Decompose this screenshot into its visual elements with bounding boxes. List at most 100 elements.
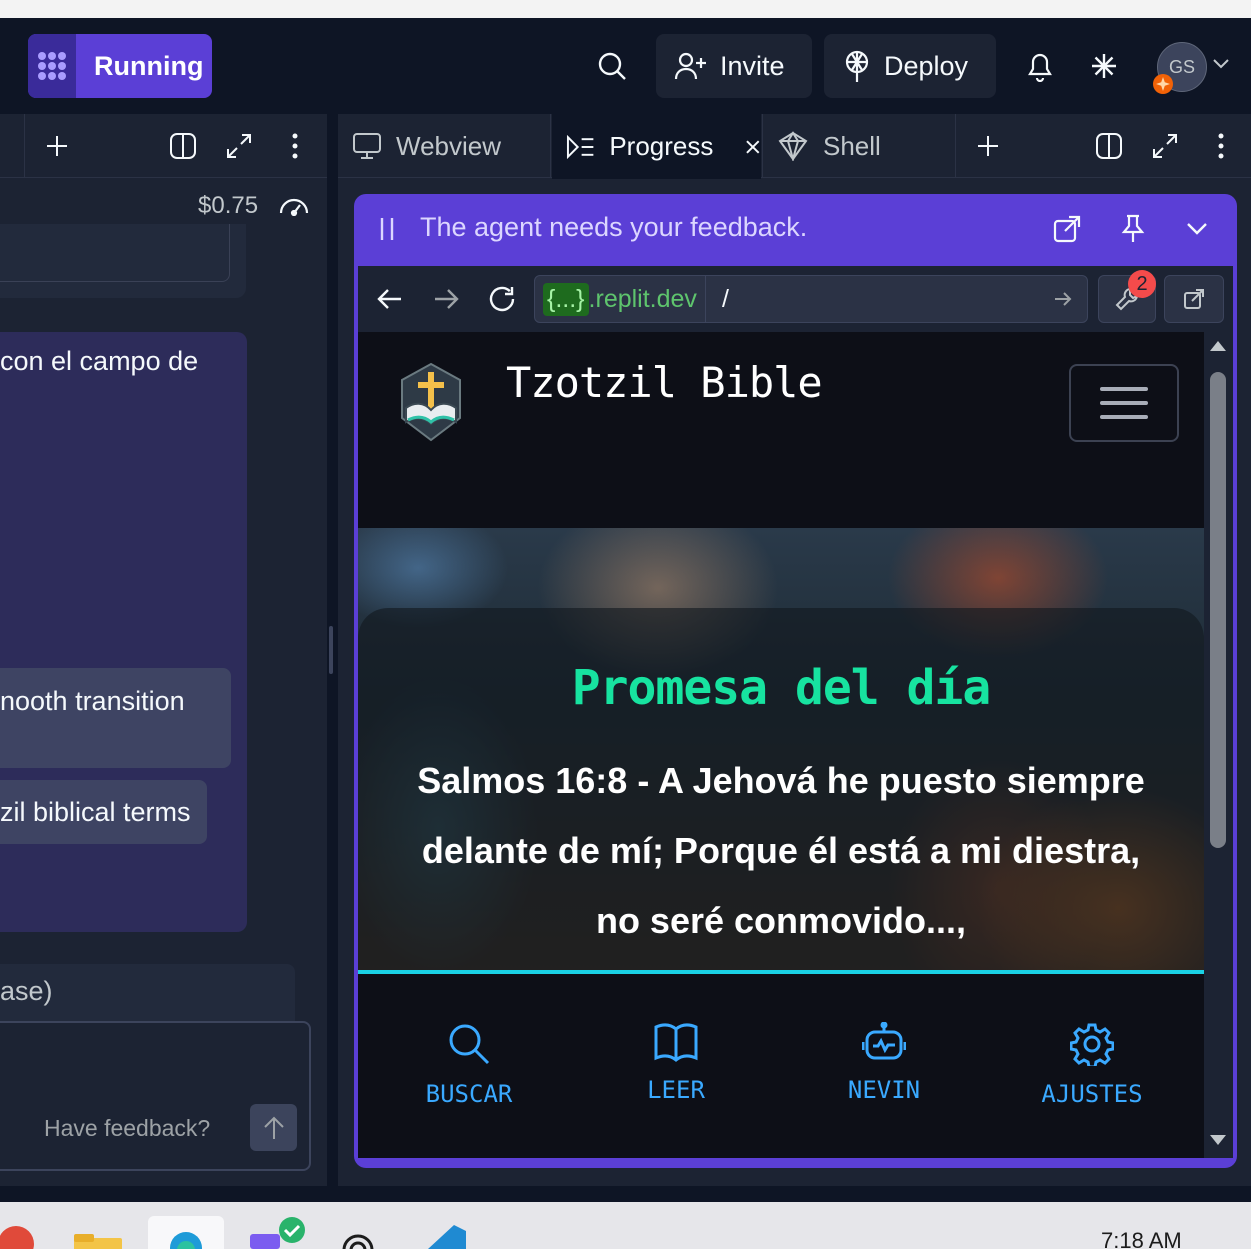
edge-app-icon[interactable] (148, 1216, 224, 1249)
split-pane-icon[interactable] (167, 130, 199, 162)
tab-webview-label: Webview (396, 130, 502, 161)
site-header: Tzotzil Bible (358, 332, 1204, 528)
scroll-down-arrow-icon[interactable] (1209, 1134, 1227, 1146)
scroll-up-arrow-icon[interactable] (1209, 340, 1227, 352)
cost-display: $0.75 (198, 192, 259, 219)
feedback-link[interactable]: Have feedback? (44, 1115, 210, 1142)
maximize-icon[interactable] (1149, 130, 1181, 162)
chevron-down-icon[interactable] (1212, 58, 1230, 70)
core-badge-icon (1152, 73, 1174, 95)
scrollbar-thumb[interactable] (1210, 372, 1226, 848)
shell-icon (778, 131, 808, 161)
deploy-label: Deploy (884, 50, 969, 81)
app-with-check-icon[interactable] (250, 1216, 310, 1249)
monitor-icon (353, 133, 381, 159)
send-button[interactable] (250, 1104, 297, 1151)
change-chip[interactable]: zil biblical terms (0, 780, 207, 844)
gauge-icon[interactable] (278, 194, 310, 216)
agent-pane: $0.75 con el campo de nooth transition z… (0, 114, 327, 1186)
gear-icon (1070, 1023, 1114, 1066)
promise-verse: Salmos 16:8 - A Jehová he puesto siempre… (417, 760, 1145, 941)
open-external-icon[interactable] (1052, 214, 1082, 244)
robot-icon (862, 1022, 906, 1060)
back-arrow-icon[interactable] (374, 283, 406, 315)
site-title: Tzotzil Bible (506, 358, 823, 407)
input-hint-text: ase) (0, 976, 53, 1006)
split-pane-icon[interactable] (1093, 130, 1125, 162)
more-options-icon[interactable] (279, 130, 311, 162)
sparkle-icon[interactable] (1086, 48, 1122, 84)
add-tab-icon[interactable] (41, 130, 73, 162)
top-bar: Running Invite Deploy GS (0, 18, 1251, 114)
search-icon (449, 1024, 490, 1065)
nav-nevin-label: NEVIN (847, 1076, 921, 1104)
promise-title: Promesa del día (571, 660, 991, 716)
run-button[interactable]: Running (28, 34, 212, 98)
url-host-suffix: .replit.dev (588, 284, 697, 313)
tab-progress[interactable]: Progress (552, 114, 761, 179)
go-arrow-icon[interactable] (1053, 290, 1073, 308)
file-explorer-icon[interactable] (74, 1216, 122, 1249)
tab-progress-label: Progress (609, 131, 714, 161)
agent-chat: $0.75 con el campo de nooth transition z… (0, 178, 327, 1186)
nav-nevin[interactable]: NEVIN (794, 1022, 974, 1104)
tool-tabs: Webview Progress Shell (338, 114, 1251, 179)
menu-button[interactable] (1069, 364, 1179, 442)
bible-logo-icon (398, 362, 464, 442)
arrow-up-icon (263, 1116, 284, 1139)
previous-message-inner (0, 224, 230, 282)
taskbar-clock: 7:18 AM (1101, 1228, 1182, 1249)
chatgpt-app-icon[interactable] (336, 1216, 380, 1249)
book-icon (654, 1023, 698, 1062)
nav-buscar[interactable]: BUSCAR (379, 1022, 559, 1108)
feedback-banner: The agent needs your feedback. (354, 194, 1237, 266)
url-bar[interactable]: {...} .replit.dev / (534, 275, 1088, 323)
webview-scrollbar[interactable] (1204, 332, 1233, 1158)
site-viewport: Tzotzil Bible Promesa del día Salmos 16:… (358, 332, 1204, 1158)
tab-shell[interactable]: Shell (763, 114, 955, 178)
pin-icon[interactable] (1118, 214, 1148, 244)
invite-button[interactable]: Invite (656, 34, 812, 98)
reload-icon[interactable] (486, 283, 518, 315)
tab-shell-label: Shell (823, 130, 881, 161)
hero-section: Promesa del día Salmos 16:8 - A Jehová h… (358, 528, 1204, 970)
close-icon[interactable] (745, 139, 761, 155)
vscode-app-icon[interactable] (420, 1216, 466, 1249)
run-label: Running (94, 50, 204, 81)
replit-logo-icon (28, 34, 76, 98)
maximize-icon[interactable] (223, 130, 255, 162)
tab-webview[interactable]: Webview (338, 114, 550, 178)
add-user-icon (674, 51, 708, 81)
change-chip[interactable]: nooth transition (0, 668, 231, 768)
webview: {...} .replit.dev / 2 Tzotzil Bible Prom… (358, 266, 1233, 1158)
menu-line (1100, 415, 1148, 419)
nav-leer[interactable]: LEER (586, 1022, 766, 1104)
url-path-input[interactable]: / (722, 285, 1053, 314)
chevron-down-icon[interactable] (1182, 214, 1212, 244)
deploy-button[interactable]: Deploy (824, 34, 996, 98)
url-host: {...} .replit.dev (543, 281, 697, 317)
nav-leer-label: LEER (647, 1076, 705, 1104)
bell-icon[interactable] (1022, 48, 1058, 84)
progress-list-icon (566, 134, 594, 159)
bottom-nav: BUSCAR LEER NEVIN AJUSTES (358, 974, 1204, 1158)
more-options-icon[interactable] (1205, 130, 1237, 162)
pane-resize-handle[interactable] (329, 626, 333, 674)
tab-separator (955, 114, 956, 178)
menu-line (1100, 401, 1148, 405)
url-separator (704, 275, 706, 323)
add-tab-icon[interactable] (972, 130, 1004, 162)
feedback-banner-text: The agent needs your feedback. (420, 212, 808, 242)
search-icon[interactable] (594, 48, 630, 84)
agent-message-text: con el campo de (0, 346, 199, 376)
invite-label: Invite (720, 50, 785, 81)
url-host-braces: {...} (543, 282, 589, 316)
devtools-badge: 2 (1128, 270, 1156, 298)
chrome-app-icon[interactable] (0, 1216, 44, 1249)
agent-pane-toolbar (0, 114, 327, 178)
open-new-window-button[interactable] (1164, 275, 1224, 323)
menu-line (1100, 387, 1148, 391)
external-link-icon (1184, 289, 1204, 309)
nav-ajustes[interactable]: AJUSTES (1002, 1022, 1182, 1108)
forward-arrow-icon[interactable] (430, 283, 462, 315)
